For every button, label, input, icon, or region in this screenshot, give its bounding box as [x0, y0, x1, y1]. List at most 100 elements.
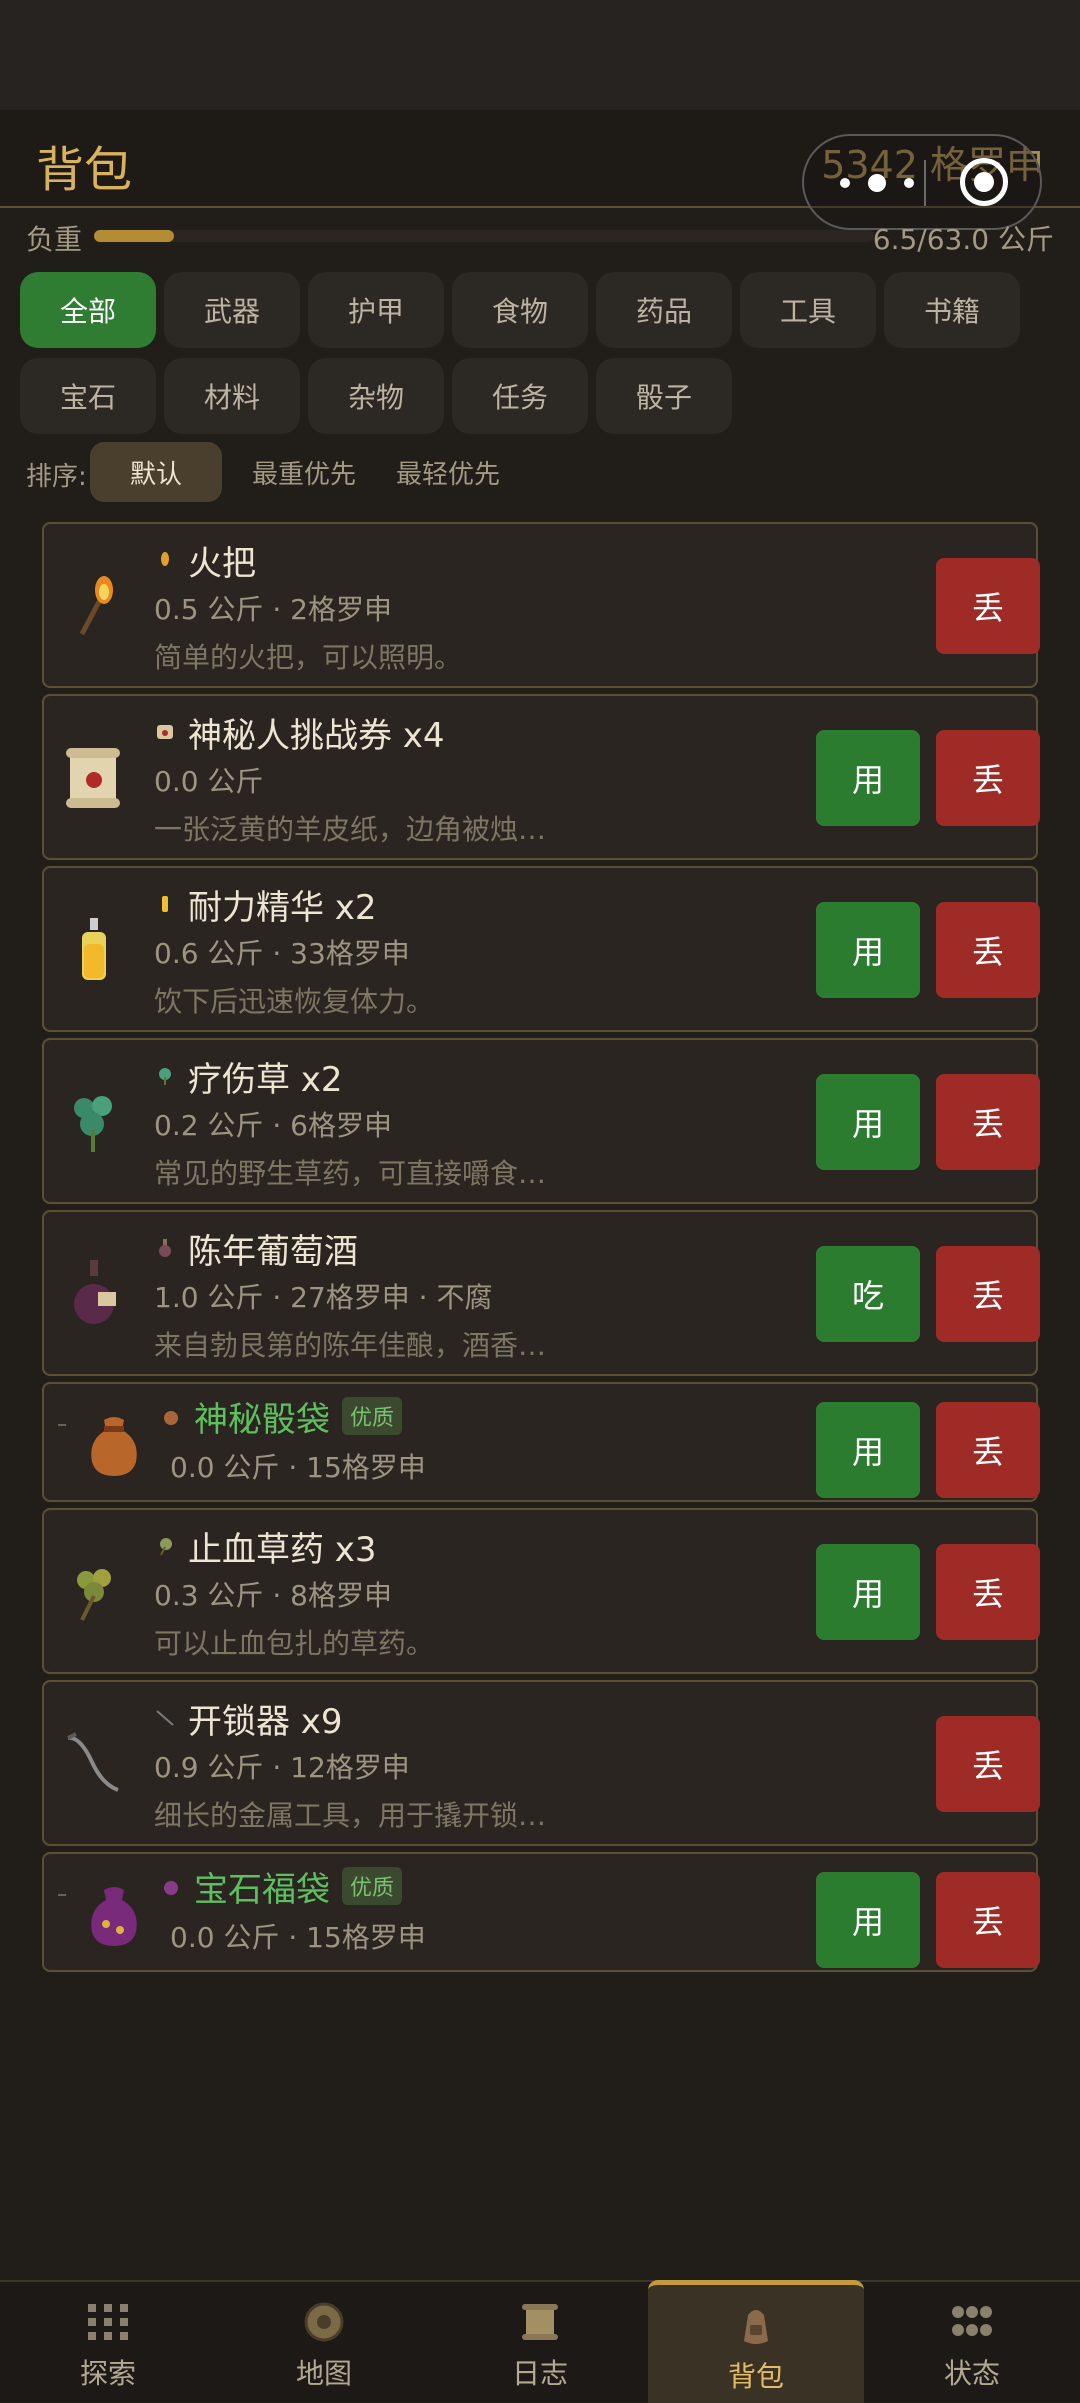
sort-default[interactable]: 默认 — [90, 442, 222, 502]
load-track — [94, 230, 874, 242]
herb-bundle-mini-icon — [160, 1538, 172, 1556]
tab-medicine[interactable]: 药品 — [596, 272, 732, 348]
item-meta: 0.0 公斤 · 15格罗申 — [170, 1451, 426, 1484]
bottom-tabbar: 探索 地图 日志 背包 状态 — [0, 2280, 1080, 2403]
divider — [58, 1894, 66, 1896]
torch-icon — [79, 576, 113, 636]
status-icon — [952, 2306, 992, 2336]
item-desc: 可以止血包扎的草药。 — [154, 1627, 435, 1660]
tab-misc[interactable]: 杂物 — [308, 358, 444, 434]
item-name: 止血草药 x3 — [188, 1529, 377, 1570]
gem-bag-mini-icon — [164, 1881, 178, 1895]
tab-gems[interactable]: 宝石 — [20, 358, 156, 434]
drop-button[interactable]: 丢 — [936, 902, 1040, 998]
item-name: 开锁器 x9 — [188, 1701, 343, 1742]
potion-icon — [82, 918, 106, 980]
tab-map[interactable]: 地图 — [216, 2282, 432, 2402]
drop-button[interactable]: 丢 — [936, 1402, 1040, 1498]
item-meta: 0.2 公斤 · 6格罗申 — [154, 1109, 392, 1142]
load-label: 负重 — [26, 223, 83, 256]
tab-food[interactable]: 食物 — [452, 272, 588, 348]
item-name: 火把 — [188, 543, 256, 584]
drop-button[interactable]: 丢 — [936, 730, 1040, 826]
wine-mini-icon — [159, 1239, 171, 1257]
torch-mini-icon — [161, 552, 169, 566]
herb-bundle-icon — [77, 1569, 111, 1621]
drop-button[interactable]: 丢 — [936, 1074, 1040, 1170]
tab-armor[interactable]: 护甲 — [308, 272, 444, 348]
load-value: 6.5/63.0 公斤 — [872, 223, 1054, 256]
item-desc: 饮下后迅速恢复体力。 — [154, 985, 435, 1018]
explore-icon — [88, 2304, 128, 2340]
item-name: 神秘人挑战券 x4 — [188, 715, 445, 756]
load-bar: 负重 6.5/63.0 公斤 — [0, 210, 1080, 266]
tab-books[interactable]: 书籍 — [884, 272, 1020, 348]
sort-lightest[interactable]: 最轻优先 — [382, 442, 514, 502]
eat-button[interactable]: 吃 — [816, 1246, 920, 1342]
header: 背包 5342 格罗申 — [0, 110, 1080, 230]
capsule-divider — [924, 160, 926, 206]
use-button[interactable]: 用 — [816, 730, 920, 826]
tab-dice[interactable]: 骰子 — [596, 358, 732, 434]
tab-status[interactable]: 状态 — [864, 2282, 1080, 2402]
page-title: 背包 — [36, 142, 133, 198]
tab-label: 探索 — [79, 2357, 136, 2390]
drop-button[interactable]: 丢 — [936, 558, 1040, 654]
use-button[interactable]: 用 — [816, 1872, 920, 1968]
use-button[interactable]: 用 — [816, 1544, 920, 1640]
use-button[interactable]: 用 — [816, 1074, 920, 1170]
use-button[interactable]: 用 — [816, 902, 920, 998]
item-name: 耐力精华 x2 — [188, 887, 377, 928]
journal-icon — [522, 2304, 558, 2340]
close-icon[interactable] — [960, 158, 1008, 206]
item-card: 神秘人挑战券 x4 0.0 公斤 一张泛黄的羊皮纸，边角被烛… 用 丢 — [42, 694, 1040, 860]
load-fill — [94, 230, 175, 242]
item-desc: 细长的金属工具，用于撬开锁… — [154, 1799, 547, 1832]
quality-badge: 优质 — [342, 1867, 403, 1905]
lockpick-mini-icon — [156, 1710, 174, 1726]
item-card: 耐力精华 x2 0.6 公斤 · 33格罗申 饮下后迅速恢复体力。 用 丢 — [42, 866, 1040, 1032]
drop-button[interactable]: 丢 — [936, 1716, 1040, 1812]
gem-bag-icon — [91, 1887, 137, 1946]
tab-explore[interactable]: 探索 — [0, 2282, 216, 2402]
item-meta: 0.9 公斤 · 12格罗申 — [154, 1751, 410, 1784]
tab-label: 地图 — [295, 2357, 352, 2390]
item-card: 宝石福袋 优质 0.0 公斤 · 15格罗申 用 丢 — [42, 1852, 1040, 1972]
dice-bag-icon — [91, 1417, 137, 1476]
scroll-mini-icon — [157, 725, 173, 739]
more-icon[interactable] — [840, 163, 914, 203]
item-meta: 0.0 公斤 · 15格罗申 — [170, 1921, 426, 1954]
tab-tools[interactable]: 工具 — [740, 272, 876, 348]
drop-button[interactable]: 丢 — [936, 1246, 1040, 1342]
item-name: 陈年葡萄酒 — [188, 1231, 358, 1272]
tab-quests[interactable]: 任务 — [452, 358, 588, 434]
tab-journal[interactable]: 日志 — [432, 2282, 648, 2402]
tab-materials[interactable]: 材料 — [164, 358, 300, 434]
sort-bar: 排序: 默认 最重优先 最轻优先 — [26, 442, 1056, 502]
item-card: 止血草药 x3 0.3 公斤 · 8格罗申 可以止血包扎的草药。 用 丢 — [42, 1508, 1040, 1674]
herb-mini-icon — [159, 1068, 171, 1085]
tab-label: 日志 — [511, 2357, 568, 2390]
item-meta: 0.6 公斤 · 33格罗申 — [154, 937, 410, 970]
item-meta: 0.3 公斤 · 8格罗申 — [154, 1579, 392, 1612]
sort-heaviest[interactable]: 最重优先 — [238, 442, 370, 502]
drop-button[interactable]: 丢 — [936, 1872, 1040, 1968]
item-card: 陈年葡萄酒 1.0 公斤 · 27格罗申 · 不腐 来自勃艮第的陈年佳酿，酒香…… — [42, 1210, 1040, 1376]
sort-label: 排序: — [26, 462, 87, 492]
item-desc: 一张泛黄的羊皮纸，边角被烛… — [154, 813, 547, 846]
status-area — [0, 0, 1080, 110]
item-name: 神秘骰袋 — [194, 1399, 330, 1440]
tab-all[interactable]: 全部 — [20, 272, 156, 348]
divider — [58, 1424, 66, 1426]
herb-icon — [74, 1096, 112, 1152]
item-desc: 来自勃艮第的陈年佳酿，酒香… — [154, 1329, 547, 1362]
item-meta: 1.0 公斤 · 27格罗申 · 不腐 — [154, 1281, 493, 1314]
tab-weapons[interactable]: 武器 — [164, 272, 300, 348]
backpack-icon — [744, 2310, 768, 2344]
drop-button[interactable]: 丢 — [936, 1544, 1040, 1640]
lockpick-icon — [67, 1732, 119, 1792]
tab-backpack[interactable]: 背包 — [648, 2280, 864, 2403]
item-card: 火把 0.5 公斤 · 2格罗申 简单的火把，可以照明。 丢 — [42, 522, 1040, 688]
use-button[interactable]: 用 — [816, 1402, 920, 1498]
quality-badge: 优质 — [342, 1397, 403, 1435]
